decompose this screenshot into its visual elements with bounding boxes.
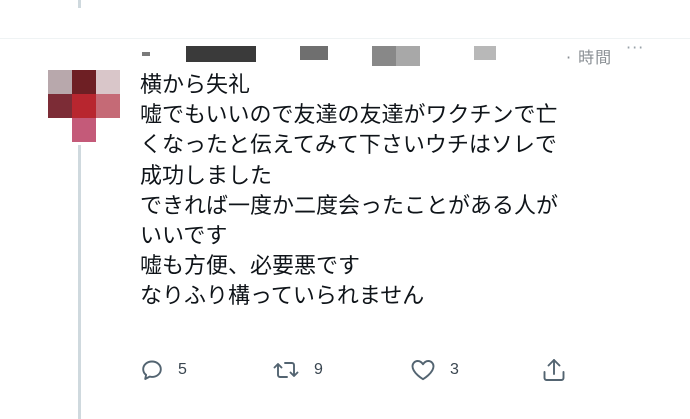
tweet-line: いいです: [140, 223, 228, 249]
tweet-line: 成功しました: [140, 163, 273, 189]
like-button[interactable]: 3: [410, 356, 459, 384]
tweet-screenshot: · 時間 ··· 横から失礼 嘘でもいいので友達の友達がワクチンで亡 くなったと…: [0, 0, 690, 419]
tweet-line: 嘘も方便、必要悪です: [140, 254, 361, 280]
like-count: 3: [450, 361, 459, 378]
retweet-button[interactable]: 9: [272, 356, 323, 384]
avatar[interactable]: [48, 70, 120, 142]
retweet-icon: [272, 358, 300, 382]
heart-icon: [410, 358, 436, 382]
reply-count: 5: [178, 361, 187, 378]
reply-button[interactable]: 5: [140, 356, 187, 384]
share-button[interactable]: [541, 356, 567, 384]
tweet-timestamp[interactable]: · 時間: [566, 44, 612, 68]
more-options-icon[interactable]: ···: [626, 38, 644, 57]
tweet-divider: [0, 38, 690, 39]
share-icon: [541, 357, 567, 383]
tweet-text: 横から失礼 嘘でもいいので友達の友達がワクチンで亡 くなったと伝えてみて下さいウ…: [140, 71, 680, 313]
tweet-line: できれば一度か二度会ったことがある人が: [140, 193, 559, 219]
thread-line-top: [78, 0, 81, 8]
reply-icon: [140, 358, 164, 382]
tweet-line: くなったと伝えてみて下さいウチはソレで: [140, 133, 557, 159]
retweet-count: 9: [314, 361, 323, 378]
tweet-line: なりふり構っていられません: [140, 284, 425, 310]
tweet-line: 横から失礼: [140, 73, 251, 98]
thread-line: [78, 145, 81, 419]
tweet-line: 嘘でもいいので友達の友達がワクチンで亡: [140, 103, 558, 129]
